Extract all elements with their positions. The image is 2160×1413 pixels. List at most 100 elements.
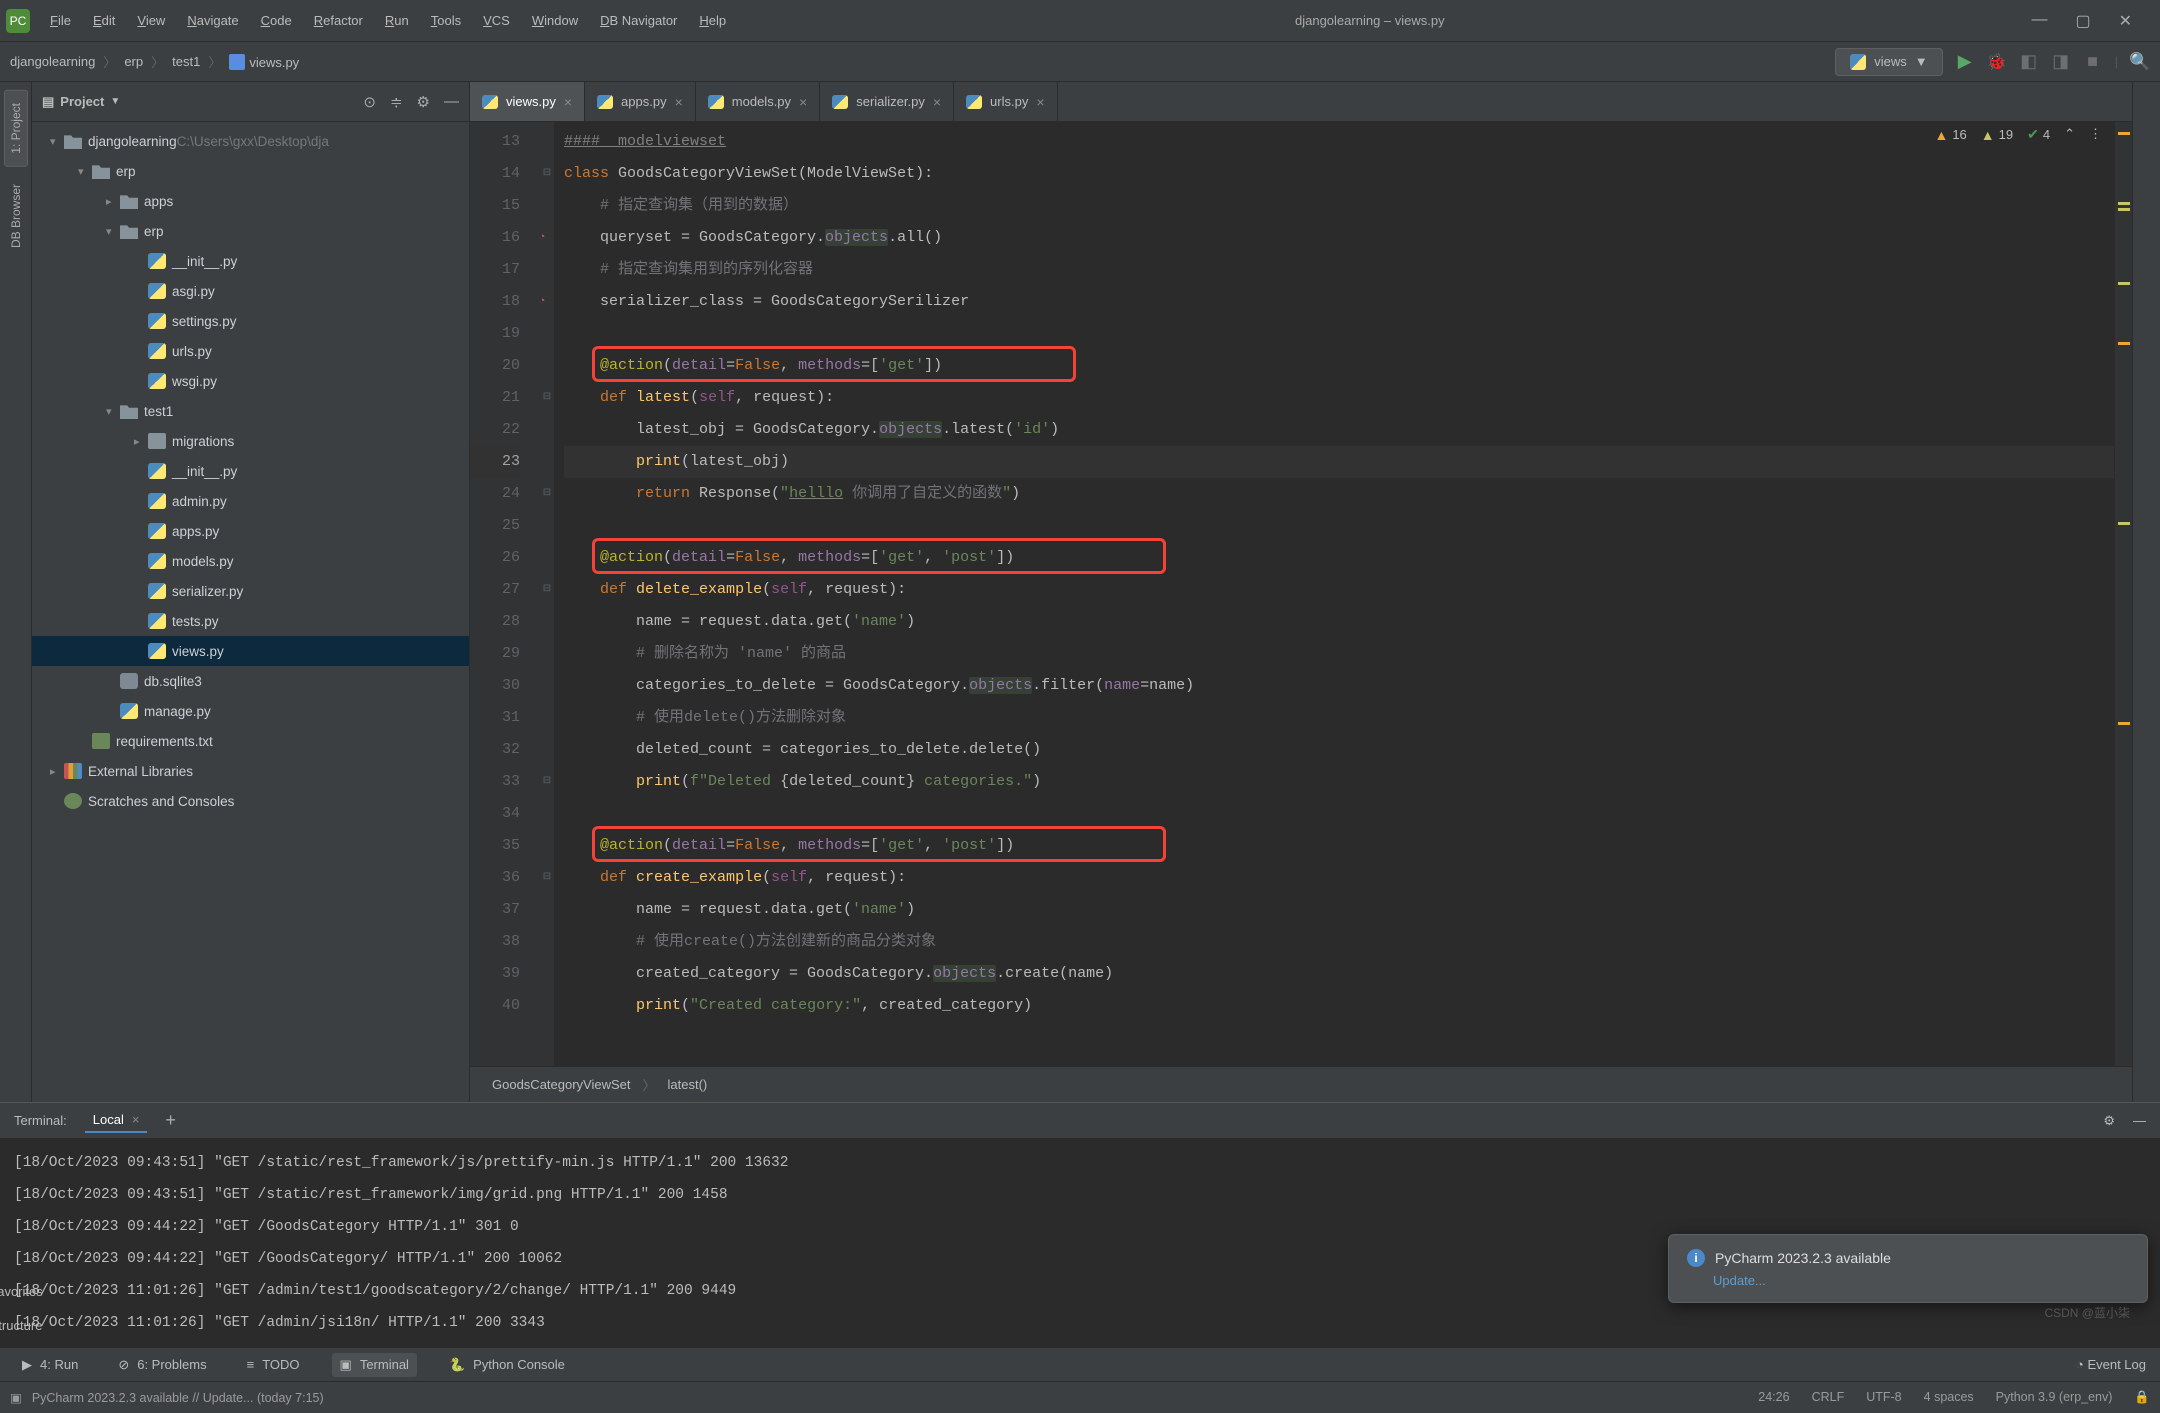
tool-tab-2--favorites[interactable]: 2: Favorites [0, 1269, 43, 1299]
tree-item-__init__-py[interactable]: __init__.py [32, 456, 469, 486]
bottom-tab-6--problems[interactable]: ⊘6: Problems [110, 1353, 214, 1377]
code-line-18[interactable]: serializer_class = GoodsCategorySerilize… [564, 286, 2114, 318]
bottom-tab-python-console[interactable]: 🐍Python Console [441, 1353, 573, 1377]
breadcrumb-0[interactable]: djangolearning [10, 54, 95, 69]
close-tab-icon[interactable]: × [933, 94, 941, 110]
hide-icon[interactable]: — [444, 93, 459, 111]
status-24-26[interactable]: 24:26 [1758, 1390, 1789, 1405]
maximize-icon[interactable]: ▢ [2075, 11, 2090, 31]
notification-update-link[interactable]: Update... [1713, 1273, 2129, 1288]
select-open-file-icon[interactable]: ⊙ [363, 93, 376, 111]
close-tab-icon[interactable]: × [564, 94, 572, 110]
code-line-20[interactable]: @action(detail=False, methods=['get']) [564, 350, 2114, 382]
tree-item-models-py[interactable]: models.py [32, 546, 469, 576]
editor-breadcrumbs[interactable]: GoodsCategoryViewSet 〉 latest() [470, 1066, 2132, 1102]
error-stripe[interactable] [2114, 122, 2132, 1066]
menu-run[interactable]: Run [375, 9, 419, 32]
editor-tab-views-py[interactable]: views.py× [470, 82, 585, 121]
code-line-40[interactable]: print("Created category:", created_categ… [564, 990, 2114, 1022]
crumb-method[interactable]: latest() [668, 1077, 708, 1092]
chevron-down-icon[interactable]: ▼ [110, 96, 120, 107]
menu-view[interactable]: View [127, 9, 175, 32]
code-line-25[interactable] [564, 510, 2114, 542]
run-button[interactable]: ▶ [1955, 52, 1975, 72]
terminal-hide-icon[interactable]: — [2133, 1113, 2146, 1128]
tool-tab-db-browser[interactable]: DB Browser [4, 171, 28, 261]
status-message[interactable]: PyCharm 2023.2.3 available // Update... … [32, 1391, 324, 1405]
stop-button[interactable]: ■ [2083, 52, 2103, 72]
code-line-24[interactable]: return Response("helllo 你调用了自定义的函数") [564, 478, 2114, 510]
code-line-31[interactable]: # 使用delete()方法删除对象 [564, 702, 2114, 734]
bottom-tab-todo[interactable]: ≡TODO [239, 1353, 308, 1376]
tree-item-wsgi-py[interactable]: wsgi.py [32, 366, 469, 396]
tree-item-djangolearning[interactable]: ▾djangolearning C:\Users\gxx\Desktop\dja [32, 126, 469, 156]
tree-item-migrations[interactable]: ▸migrations [32, 426, 469, 456]
code-line-13[interactable]: #### modelviewset [564, 126, 2114, 158]
tree-item-External Libraries[interactable]: ▸External Libraries [32, 756, 469, 786]
editor-tab-serializer-py[interactable]: serializer.py× [820, 82, 954, 121]
inspection-indicator[interactable]: ✔ 4 [2027, 126, 2050, 143]
menu-file[interactable]: File [40, 9, 81, 32]
breadcrumb-2[interactable]: test1 [172, 54, 200, 69]
code-line-22[interactable]: latest_obj = GoodsCategory.objects.lates… [564, 414, 2114, 446]
tree-item-apps[interactable]: ▸apps [32, 186, 469, 216]
readonly-lock-icon[interactable]: 🔒 [2134, 1390, 2150, 1405]
profile-button[interactable]: ◨ [2051, 52, 2071, 72]
tree-item-urls-py[interactable]: urls.py [32, 336, 469, 366]
status-python-3-9--erp_env-[interactable]: Python 3.9 (erp_env) [1996, 1390, 2113, 1405]
code-line-30[interactable]: categories_to_delete = GoodsCategory.obj… [564, 670, 2114, 702]
debug-button[interactable]: 🐞 [1987, 52, 2007, 72]
code-line-33[interactable]: print(f"Deleted {deleted_count} categori… [564, 766, 2114, 798]
tool-tab-1--project[interactable]: 1: Project [4, 90, 28, 167]
menu-navigate[interactable]: Navigate [177, 9, 248, 32]
tree-item-erp[interactable]: ▾erp [32, 156, 469, 186]
menu-code[interactable]: Code [251, 9, 302, 32]
breadcrumb-1[interactable]: erp [124, 54, 143, 69]
status-4-spaces[interactable]: 4 spaces [1924, 1390, 1974, 1405]
code-line-37[interactable]: name = request.data.get('name') [564, 894, 2114, 926]
tree-item-test1[interactable]: ▾test1 [32, 396, 469, 426]
menu-db-navigator[interactable]: DB Navigator [590, 9, 687, 32]
code-line-23[interactable]: print(latest_obj) [564, 446, 2114, 478]
inspections-widget[interactable]: ▲ 16▲ 19✔ 4⌃⋮ [1934, 126, 2102, 143]
code-line-16[interactable]: queryset = GoodsCategory.objects.all() [564, 222, 2114, 254]
prev-highlight-icon[interactable]: ⌃ [2064, 126, 2075, 143]
code-line-38[interactable]: # 使用create()方法创建新的商品分类对象 [564, 926, 2114, 958]
close-tab-icon[interactable]: × [1036, 94, 1044, 110]
status-utf-8[interactable]: UTF-8 [1866, 1390, 1901, 1405]
bottom-tab-terminal[interactable]: ▣Terminal [332, 1353, 417, 1377]
event-log-button[interactable]: ◔ Event Log [2076, 1357, 2146, 1372]
code-line-14[interactable]: class GoodsCategoryViewSet(ModelViewSet)… [564, 158, 2114, 190]
code-line-21[interactable]: def latest(self, request): [564, 382, 2114, 414]
menu-refactor[interactable]: Refactor [304, 9, 373, 32]
code-line-36[interactable]: def create_example(self, request): [564, 862, 2114, 894]
tree-item-tests-py[interactable]: tests.py [32, 606, 469, 636]
tool-tab-7--structure[interactable]: 7: Structure [0, 1303, 42, 1333]
menu-vcs[interactable]: VCS [473, 9, 520, 32]
terminal-settings-icon[interactable]: ⚙ [2103, 1113, 2115, 1129]
terminal-tab-local[interactable]: Local × [85, 1108, 148, 1133]
tree-item-erp[interactable]: ▾erp [32, 216, 469, 246]
menu-window[interactable]: Window [522, 9, 588, 32]
tree-item-views-py[interactable]: views.py [32, 636, 469, 666]
status-crlf[interactable]: CRLF [1812, 1390, 1845, 1405]
close-icon[interactable]: ✕ [2119, 11, 2132, 31]
tree-item-apps-py[interactable]: apps.py [32, 516, 469, 546]
tree-item-db-sqlite3[interactable]: db.sqlite3 [32, 666, 469, 696]
status-tool-windows-icon[interactable]: ▣ [10, 1390, 22, 1405]
menu-tools[interactable]: Tools [421, 9, 471, 32]
minimize-icon[interactable]: — [2031, 11, 2047, 31]
coverage-button[interactable]: ◧ [2019, 52, 2039, 72]
code-line-34[interactable] [564, 798, 2114, 830]
code-line-17[interactable]: # 指定查询集用到的序列化容器 [564, 254, 2114, 286]
tree-item-requirements-txt[interactable]: requirements.txt [32, 726, 469, 756]
code-line-35[interactable]: @action(detail=False, methods=['get', 'p… [564, 830, 2114, 862]
new-terminal-button[interactable]: + [165, 1110, 176, 1131]
menu-help[interactable]: Help [689, 9, 736, 32]
tree-item-asgi-py[interactable]: asgi.py [32, 276, 469, 306]
editor-tab-urls-py[interactable]: urls.py× [954, 82, 1057, 121]
project-tree[interactable]: ▾djangolearning C:\Users\gxx\Desktop\dja… [32, 122, 469, 1102]
code-line-15[interactable]: # 指定查询集（用到的数据） [564, 190, 2114, 222]
editor-tab-apps-py[interactable]: apps.py× [585, 82, 696, 121]
bottom-tab-4--run[interactable]: ▶4: Run [14, 1353, 86, 1377]
